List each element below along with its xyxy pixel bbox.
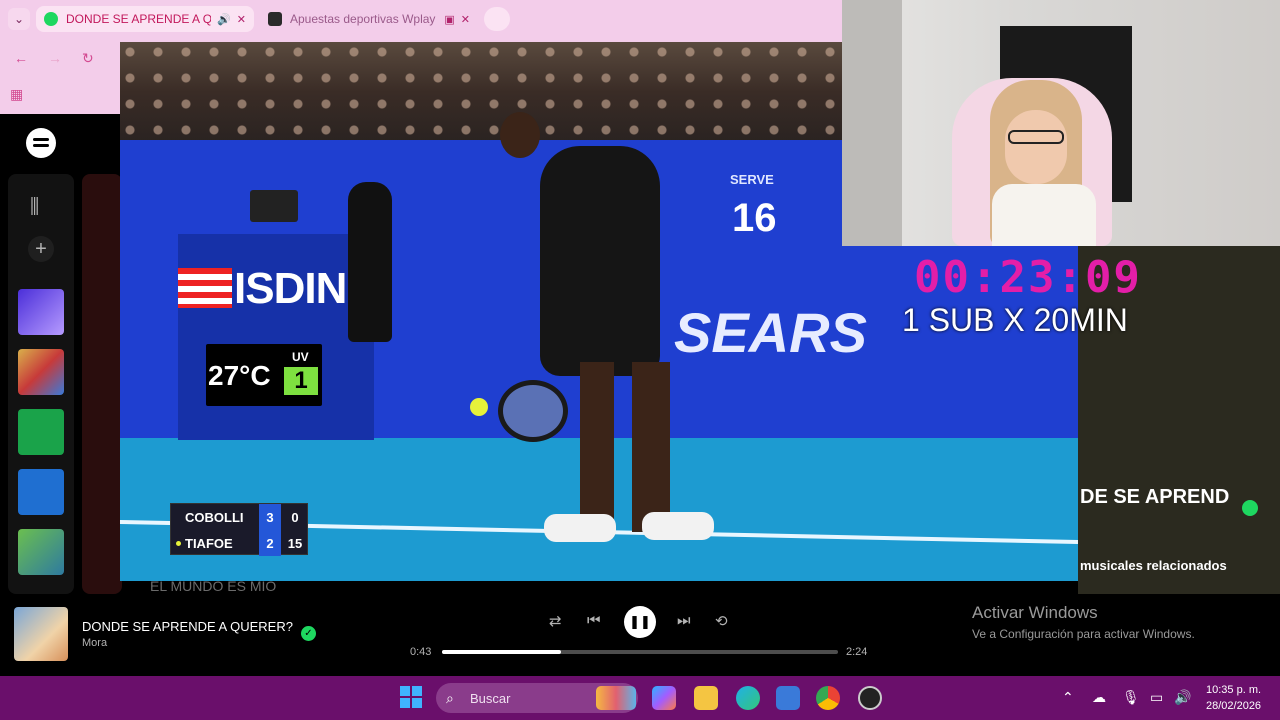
subathon-rule: 1 SUB X 20MIN [902,302,1128,338]
tab-wplay[interactable]: Apuestas deportivas Wplay ▣ ✕ [260,6,478,32]
windows-start-icon[interactable] [400,686,422,708]
webcam-feed [842,0,1280,246]
progress-fill [442,650,561,654]
create-playlist-icon[interactable]: + [28,236,54,262]
tennis-player-body [540,146,660,376]
chrome-icon[interactable] [816,686,840,710]
volume-icon[interactable]: 🔊 [1174,689,1191,706]
copilot-icon[interactable] [652,686,676,710]
player-games: 3 [259,504,281,530]
tab-search-chevron-icon[interactable]: ⌄ [8,8,30,30]
shuffle-icon[interactable]: ⇄ [549,612,562,630]
show-hidden-icons-icon[interactable]: ⌃ [1062,689,1074,706]
edge-icon[interactable] [736,686,760,710]
tennis-racket [498,380,568,442]
library-playlist-tile[interactable] [18,529,64,575]
audio-icon[interactable]: 🔊 [217,13,231,26]
sponsor-name: ISDIN [234,264,347,313]
liked-check-icon[interactable]: ✓ [301,626,316,641]
sponsor-flag-logo [178,268,232,308]
close-icon[interactable]: ✕ [461,13,470,26]
temperature: 27°C [208,360,271,391]
microphone-icon[interactable]: 🎙 [1122,689,1140,706]
subathon-timer: 00:23:09 [914,252,1142,303]
related-videos-label: musicales relacionados [1080,558,1227,573]
display-icon[interactable]: ▭ [1150,689,1163,706]
progress-bar[interactable] [442,650,838,654]
search-highlight-icon[interactable] [596,686,636,710]
back-icon[interactable]: ← [14,50,28,66]
banner-text: SEARS [674,301,867,364]
tennis-shoe [544,514,616,542]
tab-spotify[interactable]: DONDE SE APRENDE A QUE 🔊 ✕ [36,6,254,32]
tv-camera [250,190,298,222]
file-explorer-icon[interactable] [694,686,718,710]
player-points: 0 [291,510,299,525]
taskbar [0,676,1280,720]
streamer-shirt [992,184,1096,246]
repeat-icon[interactable]: ⟲ [715,612,728,630]
obs-icon[interactable] [858,686,882,710]
album-art[interactable] [14,607,68,661]
tennis-player-legs [580,362,670,532]
uv-label: UV [292,350,309,364]
next-icon[interactable]: ⏭ [677,612,691,629]
spotify-logo-icon[interactable] [26,128,56,158]
serve-speed-value: 16 [732,196,777,240]
activate-windows-title: Activar Windows [972,603,1098,622]
streamer-face [1005,110,1067,184]
uv-value: 1 [284,367,318,395]
room-wall [842,0,902,246]
tab-title: DONDE SE APRENDE A QUE [66,12,212,26]
liked-songs-tile[interactable] [18,289,64,335]
previous-icon[interactable]: ⏮ [587,612,601,629]
scoreboard: COBOLLI 3 0 TIAFOE 2 15 [170,503,309,556]
tennis-player-head [500,112,540,158]
current-time: 0:43 [410,646,432,658]
score-row: COBOLLI 3 0 [171,504,309,530]
search-placeholder: Buscar [470,691,511,706]
now-playing-title[interactable]: DONDE SE APRENDE A QUERER? [82,619,293,634]
saved-check-icon[interactable] [1242,500,1258,516]
close-icon[interactable]: ✕ [237,13,246,26]
serve-speed-label: SERVE [730,172,774,187]
wplay-icon [268,12,282,26]
spotify-icon [44,12,58,26]
score-row: TIAFOE 2 15 [171,530,309,556]
player-name: COBOLLI [185,510,244,525]
store-icon[interactable] [776,686,800,710]
new-tab-button[interactable] [484,7,510,31]
tennis-ball [470,398,488,416]
pause-button[interactable]: ❚❚ [624,606,656,638]
tennis-shoe [642,512,714,540]
library-playlist-tile[interactable] [18,349,64,395]
glasses [1008,130,1064,144]
serving-indicator-icon [176,541,181,546]
picture-in-picture-icon[interactable]: ▣ [444,13,454,26]
forward-icon[interactable]: → [48,50,62,66]
now-playing-panel-title: DE SE APREND [1080,486,1230,508]
activate-windows-subtitle: Ve a Configuración para activar Windows. [972,627,1195,641]
player-points: 15 [287,536,303,551]
tab-title: Apuestas deportivas Wplay [290,12,436,26]
apps-grid-icon[interactable]: ▦ [10,86,23,103]
total-time: 2:24 [846,646,868,658]
player-games: 2 [259,530,281,556]
library-icon[interactable]: ⫼ [30,196,39,219]
reload-icon[interactable]: ↻ [82,50,94,67]
clock-time[interactable]: 10:35 p. m. [1206,684,1261,696]
now-playing-artist[interactable]: Mora [82,637,107,649]
player-name: TIAFOE [185,536,233,551]
clock-date[interactable]: 28/02/2026 [1206,700,1261,712]
library-playlist-tile[interactable] [18,469,64,515]
main-view [82,174,122,594]
search-icon: ⌕ [446,690,454,706]
network-alert-icon[interactable]: ☁ [1092,689,1106,706]
saved-episodes-tile[interactable] [18,409,64,455]
camera-operator [348,182,392,342]
